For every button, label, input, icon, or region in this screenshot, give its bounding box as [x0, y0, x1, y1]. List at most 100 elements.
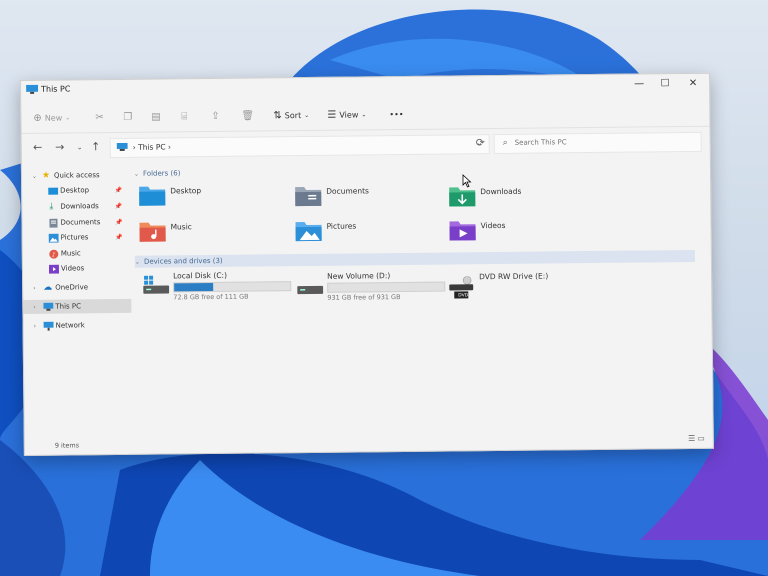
share-icon: ⇪ [211, 110, 220, 122]
pin-icon: 📌 [114, 186, 123, 194]
recent-locations-button[interactable]: ⌄ [74, 140, 86, 154]
maximize-button[interactable]: ☐ [655, 77, 675, 91]
nav-quick-access[interactable]: ⌄ ★ Quick access [22, 168, 130, 183]
documents-icon [49, 218, 58, 228]
expand-icon[interactable]: › [34, 322, 36, 329]
pin-icon: 📌 [115, 233, 123, 241]
search-input[interactable] [514, 134, 695, 149]
chevron-down-icon: ⌄ [361, 110, 367, 118]
new-button[interactable]: ⊕ New ⌄ [33, 109, 70, 125]
breadcrumb[interactable]: › This PC › [133, 142, 171, 151]
tiles-view-icon[interactable]: ▭ [697, 434, 707, 443]
nav-label: Pictures [60, 233, 89, 242]
nav-pictures[interactable]: Pictures 📌 [23, 230, 131, 245]
cut-button[interactable]: ✂ [95, 109, 104, 125]
command-bar: ⊕ New ⌄ ✂ ❐ ▤ ⌸ ⇪ 🗑 ⇅ Sort ⌄ ☰ View ⌄ ••… [21, 95, 710, 134]
delete-button[interactable]: 🗑 [241, 108, 254, 124]
nav-downloads[interactable]: ⤓ Downloads 📌 [22, 199, 130, 214]
expand-icon[interactable]: › [33, 284, 35, 291]
cloud-icon: ☁ [43, 282, 53, 293]
hard-drive-icon [297, 285, 324, 295]
drives-group-header[interactable]: ⌄ Devices and drives (3) [134, 249, 703, 268]
collapse-icon[interactable]: ⌄ [135, 258, 140, 265]
nav-label: This PC [55, 302, 82, 311]
sort-button[interactable]: ⇅ Sort ⌄ [273, 107, 309, 123]
drive-usage-bar [173, 281, 292, 293]
share-button[interactable]: ⇪ [211, 108, 220, 124]
view-button[interactable]: ☰ View ⌄ [327, 106, 366, 122]
search-box[interactable]: ⌕ [493, 131, 702, 155]
group-label: Devices and drives (3) [143, 256, 223, 266]
folder-documents[interactable]: Documents [294, 183, 444, 213]
expand-icon[interactable]: › [33, 303, 35, 310]
videos-folder-icon [449, 221, 476, 241]
back-button[interactable]: ← [32, 141, 44, 155]
download-icon: ⤓ [49, 201, 54, 212]
music-folder-icon [139, 222, 166, 242]
close-button[interactable]: ✕ [683, 77, 703, 91]
address-bar[interactable]: › This PC › ⌄ [109, 134, 490, 159]
nav-label: OneDrive [55, 283, 89, 292]
address-row: ← → ⌄ ↑ › This PC › ⌄ ⟳ ⌕ [22, 130, 710, 159]
music-icon: ♪ [49, 249, 59, 258]
dvd-badge: DVD [458, 293, 469, 299]
new-label: New [44, 113, 63, 123]
rename-icon: ⌸ [181, 110, 188, 122]
up-button[interactable]: ↑ [90, 140, 102, 154]
minimize-button[interactable]: — [629, 77, 649, 91]
window-title: This PC [41, 84, 71, 94]
group-label: Folders (6) [142, 169, 181, 178]
forward-button[interactable]: → [54, 141, 66, 155]
nav-label: Documents [60, 218, 101, 227]
mouse-cursor-icon [462, 174, 472, 188]
delete-icon: 🗑 [241, 110, 255, 122]
sort-icon: ⇅ [273, 109, 282, 121]
paste-button[interactable]: ▤ [151, 109, 161, 125]
nav-documents[interactable]: Documents 📌 [22, 215, 130, 230]
paste-icon: ▤ [151, 111, 161, 123]
nav-label: Downloads [60, 202, 99, 211]
chevron-down-icon: ⌄ [65, 113, 71, 122]
breadcrumb-this-pc[interactable]: This PC [138, 142, 166, 151]
folder-desktop[interactable]: Desktop [138, 182, 288, 212]
layout-toggle: ☰▭ [688, 434, 707, 443]
more-options-button[interactable]: ••• [389, 106, 403, 122]
nav-label: Music [60, 249, 81, 258]
videos-icon [48, 264, 60, 274]
drive-e[interactable]: DVD DVD RW Drive (E:) [449, 271, 604, 305]
folder-pictures[interactable]: Pictures [294, 218, 444, 248]
drive-d[interactable]: New Volume (D:) 931 GB free of 931 GB [297, 270, 452, 304]
sort-label: Sort [284, 110, 302, 120]
nav-videos[interactable]: Videos [23, 261, 131, 276]
drive-label: Local Disk (C:) [173, 270, 228, 281]
folder-videos[interactable]: Videos [448, 217, 598, 247]
folder-music[interactable]: Music [138, 218, 288, 248]
more-icon: ••• [389, 109, 404, 119]
drive-usage-fill [174, 282, 214, 292]
nav-desktop[interactable]: Desktop 📌 [22, 183, 130, 198]
drive-label: New Volume (D:) [327, 271, 391, 281]
collapse-icon[interactable]: ⌄ [134, 170, 139, 177]
expand-icon[interactable]: ⌄ [32, 172, 37, 179]
this-pc-icon [116, 142, 128, 151]
rename-button[interactable]: ⌸ [181, 108, 187, 124]
drive-c[interactable]: Local Disk (C:) 72.8 GB free of 111 GB [143, 270, 298, 304]
refresh-button[interactable]: ⟳ [476, 136, 485, 149]
folders-group-header[interactable]: ⌄ Folders (6) [134, 169, 181, 177]
drive-free-space: 931 GB free of 931 GB [327, 293, 401, 302]
copy-button[interactable]: ❐ [123, 109, 132, 125]
drive-label: DVD RW Drive (E:) [479, 271, 549, 282]
nav-label: Quick access [53, 171, 100, 180]
folder-label: Desktop [170, 186, 202, 196]
file-explorer-window[interactable]: This PC — ☐ ✕ ⊕ New ⌄ ✂ ❐ ▤ ⌸ ⇪ 🗑 ⇅ Sort… [20, 72, 714, 456]
item-count: 9 items [54, 441, 80, 450]
folder-label: Documents [326, 186, 369, 196]
nav-onedrive[interactable]: › ☁ OneDrive [23, 280, 131, 295]
nav-this-pc[interactable]: › This PC [23, 298, 132, 314]
dvd-drive-icon [449, 276, 474, 299]
new-plus-icon: ⊕ [33, 112, 42, 124]
nav-network[interactable]: › Network [24, 318, 132, 333]
nav-music[interactable]: ♪ Music [23, 246, 131, 261]
drive-usage-bar [327, 281, 446, 293]
documents-folder-icon [295, 187, 322, 207]
